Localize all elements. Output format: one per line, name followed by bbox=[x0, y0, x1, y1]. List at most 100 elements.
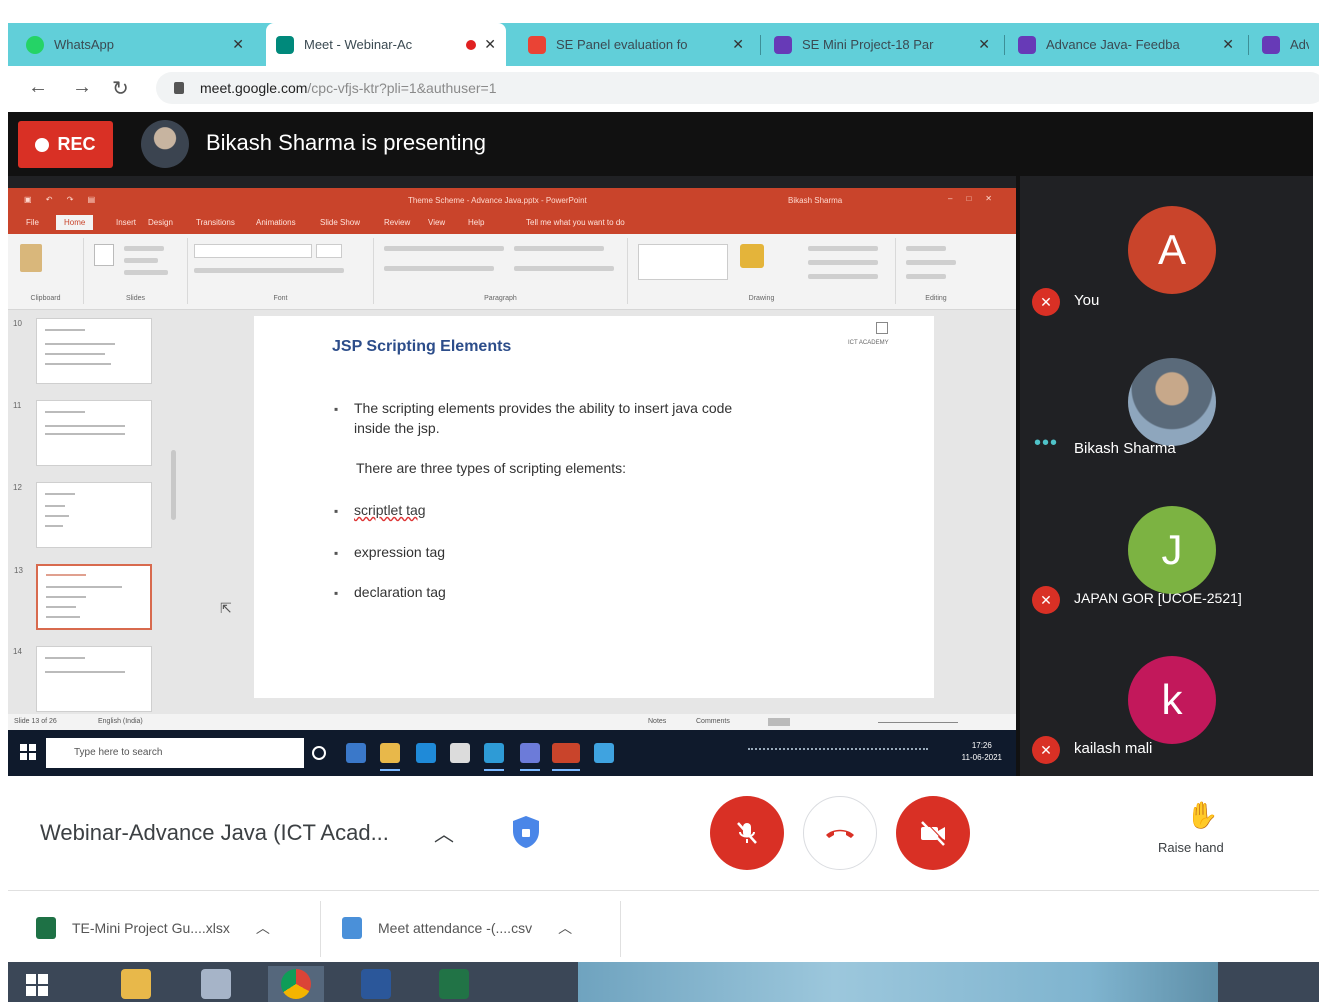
hang-up-icon bbox=[826, 829, 854, 838]
ribbon-group-drawing: Drawing bbox=[628, 238, 896, 304]
ribbon-group-label: Drawing bbox=[748, 295, 775, 302]
arrange-icon bbox=[740, 244, 764, 268]
speaking-indicator-icon: ••• bbox=[1034, 432, 1059, 454]
ribbon-tab-transitions: Transitions bbox=[196, 218, 235, 227]
tab-separator bbox=[1004, 35, 1005, 55]
forward-arrow-icon[interactable]: → bbox=[72, 76, 92, 99]
task-view-icon bbox=[346, 743, 366, 763]
logo-mark bbox=[876, 322, 888, 334]
slide-types-line: There are three types of scripting eleme… bbox=[356, 460, 627, 476]
back-arrow-icon[interactable]: ← bbox=[28, 76, 48, 99]
thumb-line bbox=[45, 411, 85, 413]
host-controls-shield-icon[interactable] bbox=[510, 814, 542, 850]
logo-text: ICT ACADEMY bbox=[848, 340, 889, 346]
ribbon-tab-design: Design bbox=[148, 218, 173, 227]
close-icon[interactable]: ✕ bbox=[232, 36, 244, 53]
ribbon-tab-home: Home bbox=[56, 215, 94, 230]
shared-windows-taskbar: Type here to search 17:26 11-06-2021 bbox=[8, 730, 1016, 776]
url-host: meet.google.com bbox=[200, 80, 308, 96]
tab-forms-mini-project[interactable]: SE Mini Project-18 Par ✕ bbox=[764, 23, 1000, 66]
raise-hand-icon[interactable]: ✋ bbox=[1186, 800, 1218, 831]
tab-gmail[interactable]: SE Panel evaluation fo ✕ bbox=[518, 23, 754, 66]
shared-screen: ▣ ↶ ↷ ▤ Theme Scheme - Advance Java.pptx… bbox=[8, 188, 1016, 776]
thumb-line bbox=[46, 596, 86, 598]
ribbon-line bbox=[808, 260, 878, 265]
browser-tab-strip: WhatsApp ✕ Meet - Webinar-Ac ✕ SE Panel … bbox=[0, 0, 1319, 66]
chevron-up-icon[interactable]: ︿ bbox=[434, 818, 454, 847]
raise-hand-label[interactable]: Raise hand bbox=[1158, 840, 1224, 855]
slide-intro-line1: The scripting elements provides the abil… bbox=[354, 400, 733, 416]
meeting-details-button[interactable]: Webinar-Advance Java (ICT Acad... bbox=[40, 820, 389, 846]
file-explorer-icon[interactable] bbox=[108, 966, 164, 1002]
desktop-wallpaper bbox=[578, 962, 1218, 1002]
zoom-slider bbox=[878, 722, 958, 723]
tab-whatsapp[interactable]: WhatsApp ✕ bbox=[16, 23, 254, 66]
thumb-line bbox=[46, 606, 76, 608]
download-item[interactable]: Meet attendance -(....csv ︿ bbox=[342, 913, 572, 943]
taskbar-search: Type here to search bbox=[46, 738, 304, 768]
slide-thumbnails: 10 11 12 13 14 bbox=[8, 310, 178, 714]
camera-off-icon bbox=[921, 819, 947, 846]
download-item[interactable]: TE-Mini Project Gu....xlsx ︿ bbox=[36, 913, 270, 943]
view-normal-icon bbox=[768, 718, 790, 726]
chrome-icon[interactable] bbox=[268, 966, 324, 1002]
ribbon-line bbox=[514, 266, 614, 271]
chevron-up-icon[interactable]: ︿ bbox=[558, 918, 572, 938]
slide-thumbnail: 10 bbox=[13, 318, 152, 384]
tab-title: WhatsApp bbox=[54, 37, 114, 52]
ribbon-line bbox=[906, 274, 946, 279]
windows-start-icon[interactable] bbox=[26, 974, 48, 996]
camera-toggle-button[interactable] bbox=[896, 796, 970, 870]
close-icon[interactable]: ✕ bbox=[732, 36, 744, 53]
navigation-bar: ← → ↻ meet.google.com /cpc-vfjs-ktr?pli=… bbox=[8, 66, 1319, 110]
tab-forms-feedback[interactable]: Advance Java- Feedba ✕ bbox=[1008, 23, 1244, 66]
microphone-toggle-button[interactable] bbox=[710, 796, 784, 870]
forms-icon bbox=[1018, 35, 1036, 54]
ribbon-tab-view: View bbox=[428, 218, 446, 227]
ribbon-tab-review: Review bbox=[384, 218, 411, 227]
chevron-up-icon[interactable]: ︿ bbox=[256, 918, 270, 938]
close-icon[interactable]: ✕ bbox=[1222, 36, 1234, 53]
url-path: /cpc-vfjs-ktr?pli=1&authuser=1 bbox=[307, 80, 497, 96]
thumb-number: 10 bbox=[13, 319, 22, 328]
app-icon bbox=[520, 743, 540, 771]
thumb-line bbox=[46, 586, 122, 588]
thumb-line bbox=[45, 525, 63, 527]
slide-thumbnail: 11 bbox=[13, 400, 152, 466]
reload-icon[interactable]: ↻ bbox=[112, 76, 129, 101]
status-language: English (India) bbox=[98, 718, 143, 725]
mic-off-icon: ✕ bbox=[1032, 586, 1060, 614]
close-icon[interactable]: ✕ bbox=[484, 36, 496, 53]
word-icon[interactable] bbox=[348, 966, 404, 1002]
ribbon-group-slides: Slides bbox=[84, 238, 188, 304]
thumb-line bbox=[45, 493, 75, 495]
new-slide-icon bbox=[94, 244, 114, 266]
tab-forms-adv[interactable]: Adv bbox=[1252, 23, 1319, 66]
excel-icon[interactable] bbox=[426, 966, 482, 1002]
slide-thumbnail: 14 bbox=[13, 646, 152, 712]
ribbon-line bbox=[194, 268, 344, 273]
thumb-number: 13 bbox=[14, 566, 23, 575]
thumb-line bbox=[45, 353, 105, 355]
clock-date: 11-06-2021 bbox=[961, 753, 1002, 762]
presenter-bar: REC Bikash Sharma is presenting bbox=[8, 112, 1313, 176]
store-icon bbox=[450, 743, 470, 763]
search-app-icon[interactable] bbox=[188, 966, 244, 1002]
thumb-line bbox=[45, 343, 115, 345]
status-slide-count: Slide 13 of 26 bbox=[14, 718, 57, 725]
ribbon: Clipboard Slides Font Paragraph Drawing … bbox=[8, 234, 1016, 310]
record-dot-icon bbox=[35, 137, 50, 152]
ribbon-line bbox=[808, 274, 878, 279]
bullet-icon: ▪ bbox=[334, 546, 339, 560]
forms-icon bbox=[1262, 35, 1280, 54]
ribbon-line bbox=[808, 246, 878, 251]
close-icon[interactable]: ✕ bbox=[978, 36, 990, 53]
ribbon-line bbox=[384, 266, 494, 271]
tab-title: Advance Java- Feedba bbox=[1046, 37, 1180, 52]
ribbon-tell-me: Tell me what you want to do bbox=[526, 218, 625, 227]
tab-title: Adv bbox=[1290, 37, 1309, 52]
tab-google-meet[interactable]: Meet - Webinar-Ac ✕ bbox=[266, 23, 506, 66]
ribbon-group-label: Clipboard bbox=[30, 295, 61, 302]
address-bar[interactable]: meet.google.com /cpc-vfjs-ktr?pli=1&auth… bbox=[156, 72, 1319, 104]
leave-call-button[interactable] bbox=[803, 796, 877, 870]
